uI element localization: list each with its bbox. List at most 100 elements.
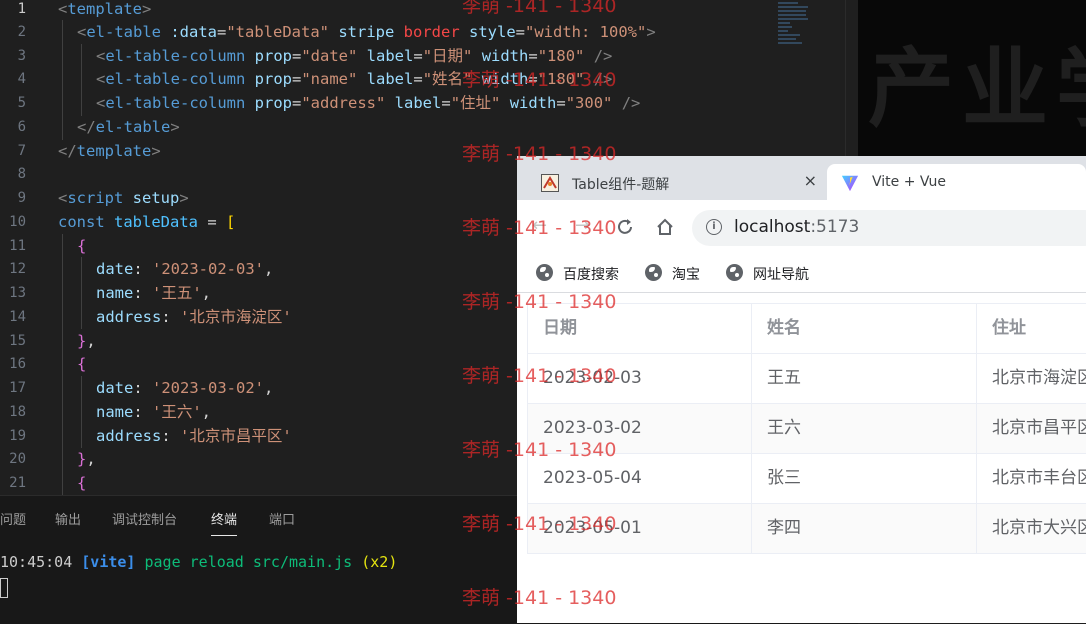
line-number: 9 bbox=[17, 190, 26, 206]
cell-name: 王六 bbox=[752, 404, 977, 453]
code-token: "address" bbox=[301, 94, 386, 112]
code-token: /> bbox=[584, 47, 613, 65]
code-token: width bbox=[500, 94, 557, 112]
line-number: 14 bbox=[9, 309, 26, 325]
code-token: , bbox=[86, 450, 96, 468]
home-icon[interactable] bbox=[655, 217, 675, 237]
code-line: name: '王六', bbox=[96, 400, 211, 424]
code-token: > bbox=[151, 142, 161, 160]
bookmark-label: 网址导航 bbox=[753, 267, 809, 283]
line-number: 13 bbox=[9, 285, 26, 301]
tab-problems[interactable]: 问题 bbox=[0, 509, 26, 528]
code-line: name: '王五', bbox=[96, 281, 211, 305]
code-token: width bbox=[472, 47, 529, 65]
code-token: '王五' bbox=[152, 284, 202, 302]
code-line: { bbox=[77, 355, 87, 373]
line-number: 10 bbox=[9, 214, 26, 230]
code-token: "date" bbox=[301, 47, 358, 65]
column-header-address[interactable]: 住址 bbox=[977, 304, 1086, 353]
code-token: setup bbox=[123, 189, 180, 207]
code-token: stripe bbox=[329, 23, 395, 41]
line-number: 19 bbox=[9, 428, 26, 444]
line-number: 3 bbox=[17, 48, 26, 64]
code-token: "日期" bbox=[422, 47, 473, 65]
vite-logo-icon bbox=[841, 175, 859, 192]
code-token: "180" bbox=[537, 47, 585, 65]
code-token: } bbox=[77, 332, 87, 350]
code-token: < bbox=[96, 94, 106, 112]
site-favicon-icon bbox=[541, 174, 559, 192]
code-token: "tableData" bbox=[226, 23, 329, 41]
code-token: [ bbox=[226, 213, 236, 231]
globe-icon bbox=[536, 264, 553, 281]
code-token: = bbox=[292, 70, 302, 88]
tab-output[interactable]: 输出 bbox=[55, 509, 81, 528]
code-token: </ bbox=[77, 118, 96, 136]
terminal-count: (x2) bbox=[361, 553, 398, 571]
cell-address: 北京市丰台区 bbox=[977, 454, 1086, 503]
line-number: 2 bbox=[17, 24, 26, 40]
code-line: <template> bbox=[58, 0, 151, 21]
line-number: 16 bbox=[9, 356, 26, 372]
code-token: : bbox=[133, 403, 152, 421]
code-token: name bbox=[96, 284, 134, 302]
code-token: '北京市昌平区' bbox=[180, 427, 292, 445]
code-token: el-table-column bbox=[105, 47, 246, 65]
code-token: template bbox=[67, 0, 142, 18]
tab-ports[interactable]: 端口 bbox=[269, 509, 295, 528]
tab-title: Table组件-题解 bbox=[572, 177, 670, 193]
code-token: > bbox=[142, 0, 152, 18]
code-token: template bbox=[76, 142, 152, 160]
code-token: = bbox=[515, 23, 525, 41]
code-line: </el-table> bbox=[77, 115, 180, 139]
indent-guide bbox=[81, 44, 82, 116]
code-line: { bbox=[77, 474, 87, 492]
code-token: '2023-02-03' bbox=[152, 260, 264, 278]
code-line: }, bbox=[77, 447, 96, 471]
code-token: = bbox=[441, 94, 451, 112]
code-token: prop bbox=[245, 94, 292, 112]
code-token: tableData bbox=[104, 213, 198, 231]
code-token: el-table bbox=[86, 23, 161, 41]
close-tab-icon[interactable]: × bbox=[804, 171, 817, 190]
code-token: const bbox=[58, 213, 105, 231]
watermark-text: 李萌 -141 - 1340 bbox=[462, 69, 617, 91]
code-token: : bbox=[133, 284, 152, 302]
minimap[interactable] bbox=[778, 0, 812, 70]
watermark-text: 李萌 -141 - 1340 bbox=[462, 439, 617, 461]
browser-tab-table-solution[interactable]: Table组件-题解 × bbox=[527, 164, 827, 200]
code-token: = bbox=[292, 94, 302, 112]
column-header-name[interactable]: 姓名 bbox=[752, 304, 977, 353]
globe-icon bbox=[726, 264, 743, 281]
code-token: border bbox=[394, 23, 460, 41]
line-number: 18 bbox=[9, 404, 26, 420]
site-info-icon[interactable]: i bbox=[706, 219, 722, 235]
code-token: < bbox=[58, 0, 68, 18]
code-token: prop bbox=[245, 70, 292, 88]
code-line: date: '2023-02-03', bbox=[96, 257, 273, 281]
watermark-text: 李萌 -141 - 1340 bbox=[462, 217, 617, 239]
tab-terminal[interactable]: 终端 bbox=[211, 509, 238, 536]
watermark-text: 李萌 -141 - 1340 bbox=[462, 0, 617, 17]
code-token: style bbox=[459, 23, 516, 41]
watermark-text: 李萌 -141 - 1340 bbox=[462, 513, 617, 535]
code-token: : bbox=[161, 308, 180, 326]
code-token: > bbox=[646, 23, 656, 41]
url-text: localhost:5173 bbox=[734, 217, 859, 237]
line-number: 11 bbox=[9, 238, 26, 254]
code-line: <el-table-column prop="address" label="住… bbox=[96, 91, 640, 115]
code-token: address bbox=[96, 427, 162, 445]
code-token: < bbox=[96, 47, 106, 65]
code-token: "width: 100%" bbox=[525, 23, 647, 41]
tab-debug-console[interactable]: 调试控制台 bbox=[112, 509, 177, 528]
indent-guide bbox=[62, 234, 63, 495]
code-token: prop bbox=[245, 47, 292, 65]
browser-tab-vite-vue[interactable]: Vite + Vue bbox=[827, 164, 1086, 200]
indent-guide bbox=[81, 376, 82, 448]
address-bar[interactable]: i localhost:5173 bbox=[692, 210, 1086, 246]
terminal-cursor bbox=[0, 578, 8, 598]
line-number: 4 bbox=[17, 71, 26, 87]
cell-name: 张三 bbox=[752, 454, 977, 503]
reload-icon[interactable] bbox=[615, 217, 635, 237]
code-token: > bbox=[170, 118, 180, 136]
